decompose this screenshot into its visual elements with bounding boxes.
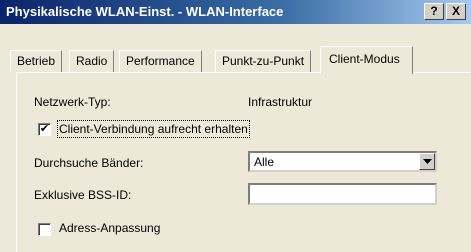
exclusive-bssid-label: Exklusive BSS-ID: — [34, 188, 132, 202]
network-type-value: Infrastruktur — [248, 95, 313, 109]
scan-bands-value: Alle — [254, 155, 275, 169]
address-adaptation-checkbox[interactable] — [38, 223, 51, 236]
keep-connection-checkbox[interactable]: ✔ — [38, 123, 51, 136]
scan-bands-select[interactable]: Alle — [248, 151, 437, 172]
chevron-down-icon — [423, 159, 432, 164]
help-button[interactable]: ? — [424, 3, 444, 20]
client-modus-panel: Netzwerk-Typ: Infrastruktur ✔ Client-Ver… — [16, 72, 471, 252]
close-button[interactable]: X — [446, 3, 466, 20]
tab-client-modus[interactable]: Client-Modus — [320, 46, 413, 74]
address-adaptation-label[interactable]: Adress-Anpassung — [59, 221, 160, 235]
scan-bands-label: Durchsuche Bänder: — [34, 156, 144, 170]
exclusive-bssid-input[interactable] — [248, 183, 437, 205]
tab-punkt-zu-punkt[interactable]: Punkt-zu-Punkt — [215, 50, 312, 72]
network-type-label: Netzwerk-Typ: — [34, 95, 111, 109]
keep-connection-label[interactable]: Client-Verbindung aufrecht erhalten — [57, 120, 250, 138]
tab-performance[interactable]: Performance — [119, 50, 202, 72]
tab-radio[interactable]: Radio — [69, 50, 115, 72]
window-title: Physikalische WLAN-Einst. - WLAN-Interfa… — [6, 4, 284, 19]
title-bar: Physikalische WLAN-Einst. - WLAN-Interfa… — [0, 0, 471, 24]
dropdown-button[interactable] — [419, 153, 435, 170]
tab-betrieb[interactable]: Betrieb — [10, 50, 63, 72]
